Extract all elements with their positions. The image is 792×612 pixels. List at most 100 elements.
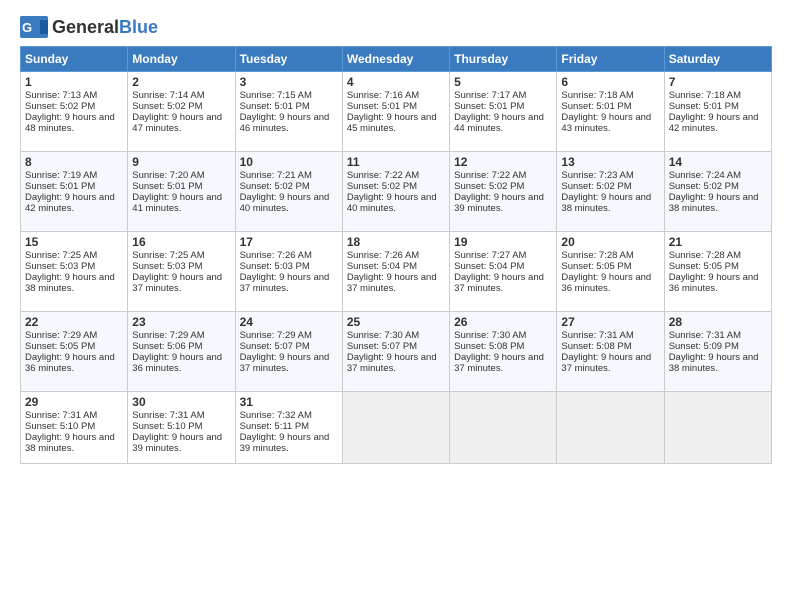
sunrise-label: Sunrise: 7:31 AM xyxy=(669,330,741,341)
calendar-cell: 18 Sunrise: 7:26 AM Sunset: 5:04 PM Dayl… xyxy=(342,232,449,312)
daylight-label: Daylight: 9 hours and 37 minutes. xyxy=(454,272,544,294)
sunset-label: Sunset: 5:02 PM xyxy=(561,181,631,192)
daylight-label: Daylight: 9 hours and 37 minutes. xyxy=(347,352,437,374)
sunrise-label: Sunrise: 7:24 AM xyxy=(669,170,741,181)
sunset-label: Sunset: 5:06 PM xyxy=(132,341,202,352)
calendar-cell: 14 Sunrise: 7:24 AM Sunset: 5:02 PM Dayl… xyxy=(664,152,771,232)
sunset-label: Sunset: 5:01 PM xyxy=(454,101,524,112)
calendar-cell: 23 Sunrise: 7:29 AM Sunset: 5:06 PM Dayl… xyxy=(128,312,235,392)
sunset-label: Sunset: 5:03 PM xyxy=(25,261,95,272)
daylight-label: Daylight: 9 hours and 41 minutes. xyxy=(132,192,222,214)
sunset-label: Sunset: 5:05 PM xyxy=(561,261,631,272)
sunrise-label: Sunrise: 7:31 AM xyxy=(132,410,204,421)
sunset-label: Sunset: 5:10 PM xyxy=(132,421,202,432)
sunrise-label: Sunrise: 7:28 AM xyxy=(669,250,741,261)
daylight-label: Daylight: 9 hours and 39 minutes. xyxy=(240,432,330,454)
sunset-label: Sunset: 5:03 PM xyxy=(240,261,310,272)
daylight-label: Daylight: 9 hours and 48 minutes. xyxy=(25,112,115,134)
sunset-label: Sunset: 5:04 PM xyxy=(347,261,417,272)
day-number: 12 xyxy=(454,155,552,169)
daylight-label: Daylight: 9 hours and 46 minutes. xyxy=(240,112,330,134)
sunrise-label: Sunrise: 7:21 AM xyxy=(240,170,312,181)
day-number: 2 xyxy=(132,75,230,89)
daylight-label: Daylight: 9 hours and 47 minutes. xyxy=(132,112,222,134)
calendar-cell: 21 Sunrise: 7:28 AM Sunset: 5:05 PM Dayl… xyxy=(664,232,771,312)
sunrise-label: Sunrise: 7:30 AM xyxy=(454,330,526,341)
calendar-cell: 13 Sunrise: 7:23 AM Sunset: 5:02 PM Dayl… xyxy=(557,152,664,232)
calendar-cell: 31 Sunrise: 7:32 AM Sunset: 5:11 PM Dayl… xyxy=(235,392,342,464)
sunrise-label: Sunrise: 7:26 AM xyxy=(240,250,312,261)
calendar-cell: 16 Sunrise: 7:25 AM Sunset: 5:03 PM Dayl… xyxy=(128,232,235,312)
day-number: 22 xyxy=(25,315,123,329)
sunset-label: Sunset: 5:11 PM xyxy=(240,421,310,432)
sunrise-label: Sunrise: 7:31 AM xyxy=(561,330,633,341)
calendar-day-header: Friday xyxy=(557,47,664,72)
sunset-label: Sunset: 5:07 PM xyxy=(240,341,310,352)
day-number: 16 xyxy=(132,235,230,249)
sunrise-label: Sunrise: 7:13 AM xyxy=(25,90,97,101)
sunrise-label: Sunrise: 7:14 AM xyxy=(132,90,204,101)
daylight-label: Daylight: 9 hours and 39 minutes. xyxy=(132,432,222,454)
sunset-label: Sunset: 5:02 PM xyxy=(347,181,417,192)
sunrise-label: Sunrise: 7:31 AM xyxy=(25,410,97,421)
sunset-label: Sunset: 5:05 PM xyxy=(25,341,95,352)
calendar-cell: 17 Sunrise: 7:26 AM Sunset: 5:03 PM Dayl… xyxy=(235,232,342,312)
svg-text:G: G xyxy=(22,20,32,35)
calendar-cell: 26 Sunrise: 7:30 AM Sunset: 5:08 PM Dayl… xyxy=(450,312,557,392)
calendar-cell: 10 Sunrise: 7:21 AM Sunset: 5:02 PM Dayl… xyxy=(235,152,342,232)
sunrise-label: Sunrise: 7:15 AM xyxy=(240,90,312,101)
sunset-label: Sunset: 5:02 PM xyxy=(669,181,739,192)
daylight-label: Daylight: 9 hours and 40 minutes. xyxy=(240,192,330,214)
daylight-label: Daylight: 9 hours and 37 minutes. xyxy=(454,352,544,374)
sunrise-label: Sunrise: 7:29 AM xyxy=(132,330,204,341)
sunset-label: Sunset: 5:01 PM xyxy=(240,101,310,112)
sunset-label: Sunset: 5:09 PM xyxy=(669,341,739,352)
day-number: 20 xyxy=(561,235,659,249)
daylight-label: Daylight: 9 hours and 37 minutes. xyxy=(561,352,651,374)
daylight-label: Daylight: 9 hours and 42 minutes. xyxy=(25,192,115,214)
day-number: 9 xyxy=(132,155,230,169)
calendar-day-header: Monday xyxy=(128,47,235,72)
sunrise-label: Sunrise: 7:26 AM xyxy=(347,250,419,261)
daylight-label: Daylight: 9 hours and 37 minutes. xyxy=(347,272,437,294)
sunrise-label: Sunrise: 7:18 AM xyxy=(669,90,741,101)
logo-icon: G xyxy=(20,16,50,38)
day-number: 30 xyxy=(132,395,230,409)
sunrise-label: Sunrise: 7:29 AM xyxy=(240,330,312,341)
calendar-cell: 29 Sunrise: 7:31 AM Sunset: 5:10 PM Dayl… xyxy=(21,392,128,464)
daylight-label: Daylight: 9 hours and 43 minutes. xyxy=(561,112,651,134)
daylight-label: Daylight: 9 hours and 44 minutes. xyxy=(454,112,544,134)
sunset-label: Sunset: 5:02 PM xyxy=(25,101,95,112)
daylight-label: Daylight: 9 hours and 38 minutes. xyxy=(669,192,759,214)
calendar-cell: 25 Sunrise: 7:30 AM Sunset: 5:07 PM Dayl… xyxy=(342,312,449,392)
day-number: 29 xyxy=(25,395,123,409)
sunset-label: Sunset: 5:07 PM xyxy=(347,341,417,352)
calendar-cell: 3 Sunrise: 7:15 AM Sunset: 5:01 PM Dayli… xyxy=(235,72,342,152)
calendar-cell: 5 Sunrise: 7:17 AM Sunset: 5:01 PM Dayli… xyxy=(450,72,557,152)
sunrise-label: Sunrise: 7:19 AM xyxy=(25,170,97,181)
day-number: 10 xyxy=(240,155,338,169)
calendar-cell xyxy=(664,392,771,464)
day-number: 6 xyxy=(561,75,659,89)
sunrise-label: Sunrise: 7:22 AM xyxy=(347,170,419,181)
calendar-day-header: Saturday xyxy=(664,47,771,72)
daylight-label: Daylight: 9 hours and 38 minutes. xyxy=(25,432,115,454)
sunset-label: Sunset: 5:02 PM xyxy=(132,101,202,112)
calendar-cell xyxy=(557,392,664,464)
daylight-label: Daylight: 9 hours and 38 minutes. xyxy=(561,192,651,214)
sunrise-label: Sunrise: 7:25 AM xyxy=(132,250,204,261)
day-number: 19 xyxy=(454,235,552,249)
logo-general-text: General xyxy=(52,17,119,38)
calendar-cell: 11 Sunrise: 7:22 AM Sunset: 5:02 PM Dayl… xyxy=(342,152,449,232)
sunset-label: Sunset: 5:08 PM xyxy=(561,341,631,352)
sunrise-label: Sunrise: 7:16 AM xyxy=(347,90,419,101)
daylight-label: Daylight: 9 hours and 38 minutes. xyxy=(669,352,759,374)
calendar-cell: 6 Sunrise: 7:18 AM Sunset: 5:01 PM Dayli… xyxy=(557,72,664,152)
sunset-label: Sunset: 5:02 PM xyxy=(454,181,524,192)
calendar-cell: 28 Sunrise: 7:31 AM Sunset: 5:09 PM Dayl… xyxy=(664,312,771,392)
day-number: 31 xyxy=(240,395,338,409)
daylight-label: Daylight: 9 hours and 36 minutes. xyxy=(669,272,759,294)
calendar-cell: 19 Sunrise: 7:27 AM Sunset: 5:04 PM Dayl… xyxy=(450,232,557,312)
daylight-label: Daylight: 9 hours and 39 minutes. xyxy=(454,192,544,214)
calendar-cell: 24 Sunrise: 7:29 AM Sunset: 5:07 PM Dayl… xyxy=(235,312,342,392)
